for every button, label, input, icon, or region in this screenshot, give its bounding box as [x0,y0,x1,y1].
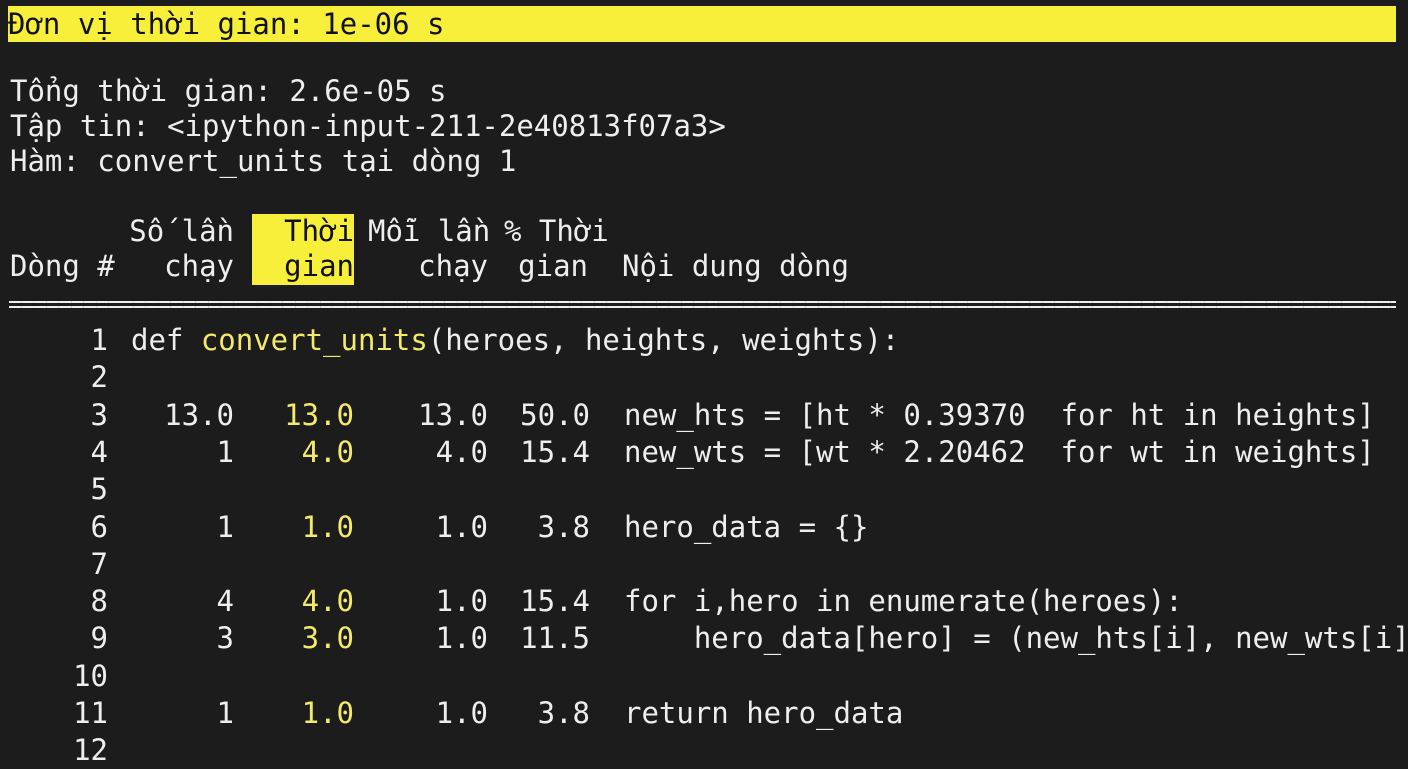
row-per-hit: 1.0 [435,584,488,619]
row-percent-time: 50.0 [520,397,590,432]
row-time [240,732,354,769]
code-signature: (heroes, heights, weights): [427,323,900,357]
row-code: def convert_units(heroes, heights, weigh… [131,322,899,359]
row-time: 1.0 [301,509,354,544]
col-header-per-hit-1: Mỗi lần [368,214,491,248]
row-line-number: 7 [90,546,108,581]
row-time: 4.0 [301,434,354,469]
col-header-time-2: gian [252,249,354,285]
header-separator: ========================================… [8,290,1396,318]
row-hits [120,359,234,396]
row-line-number: 5 [90,472,108,507]
row-percent-time [490,471,590,508]
row-percent-time [490,546,590,583]
col-header-per-hit-2: chạy [418,249,488,283]
row-per-hit: 4.0 [435,434,488,469]
row-per-hit [370,359,488,396]
row-line-number: 6 [90,509,108,544]
row-line-number: 8 [90,584,108,619]
row-per-hit: 1.0 [435,696,488,730]
row-time: 13.0 [284,397,354,432]
col-header-contents: Nội dung dòng [622,249,849,283]
function-line: Hàm: convert_units tại dòng 1 [10,144,517,178]
row-code: hero_data[hero] = (new_hts[i], new_wts[i… [624,621,1408,656]
row-code: return hero_data [624,696,904,730]
row-percent-time: 3.8 [537,696,590,730]
row-line-number: 3 [90,397,108,432]
row-per-hit [370,658,488,695]
col-header-line-no: Dòng # [10,249,115,283]
code-keyword: def [131,323,201,357]
file-line: Tập tin: <ipython-input-211-2e40813f07a3… [10,109,726,143]
row-percent-time: 15.4 [520,584,590,619]
row-per-hit [370,546,488,583]
col-header-pct-1: % Thời [504,214,609,248]
row-line-number: 9 [90,621,108,656]
row-hits: 3 [216,621,234,656]
row-percent-time [490,359,590,396]
row-line-number: 1 [90,323,108,357]
row-hits: 4 [216,584,234,619]
row-hits [120,471,234,508]
row-hits: 1 [216,434,234,469]
row-line-number: 2 [90,360,108,395]
row-line-number: 4 [90,434,108,469]
row-per-hit [370,732,488,769]
col-header-pct-2: gian [518,249,588,283]
row-hits [120,658,234,695]
row-line-number: 10 [73,658,108,693]
row-time: 3.0 [301,621,354,656]
col-header-hits-2: chạy [164,249,234,283]
row-code: for i,hero in enumerate(heroes): [624,584,1183,619]
row-percent-time: 15.4 [520,434,590,469]
row-hits [120,546,234,583]
row-code: hero_data = {} [624,509,869,544]
row-per-hit: 13.0 [418,397,488,432]
row-line-number: 12 [73,733,108,768]
row-percent-time: 3.8 [537,509,590,544]
row-code: new_wts = [wt * 2.20462 for wt in weight… [624,434,1375,469]
row-time: 4.0 [301,584,354,619]
col-header-time-1: Thời [252,214,354,250]
row-time [240,359,354,396]
row-hits: 1 [216,696,234,730]
col-header-hits-1: Số lần [129,214,234,248]
row-hits: 13.0 [164,397,234,432]
code-function-name: convert_units [200,323,428,357]
row-hits [120,732,234,769]
row-percent-time: 11.5 [520,621,590,656]
total-time-line: Tổng thời gian: 2.6e-05 s [10,74,447,108]
row-time: 1.0 [301,696,354,730]
row-time [240,471,354,508]
row-percent-time [490,658,590,695]
row-percent-time [490,732,590,769]
row-per-hit: 1.0 [435,509,488,544]
row-code: new_hts = [ht * 0.39370 for ht in height… [624,397,1375,432]
row-hits: 1 [216,509,234,544]
row-line-number: 11 [73,696,108,730]
row-per-hit [370,471,488,508]
row-per-hit: 1.0 [435,621,488,656]
row-time [240,658,354,695]
row-time [240,546,354,583]
